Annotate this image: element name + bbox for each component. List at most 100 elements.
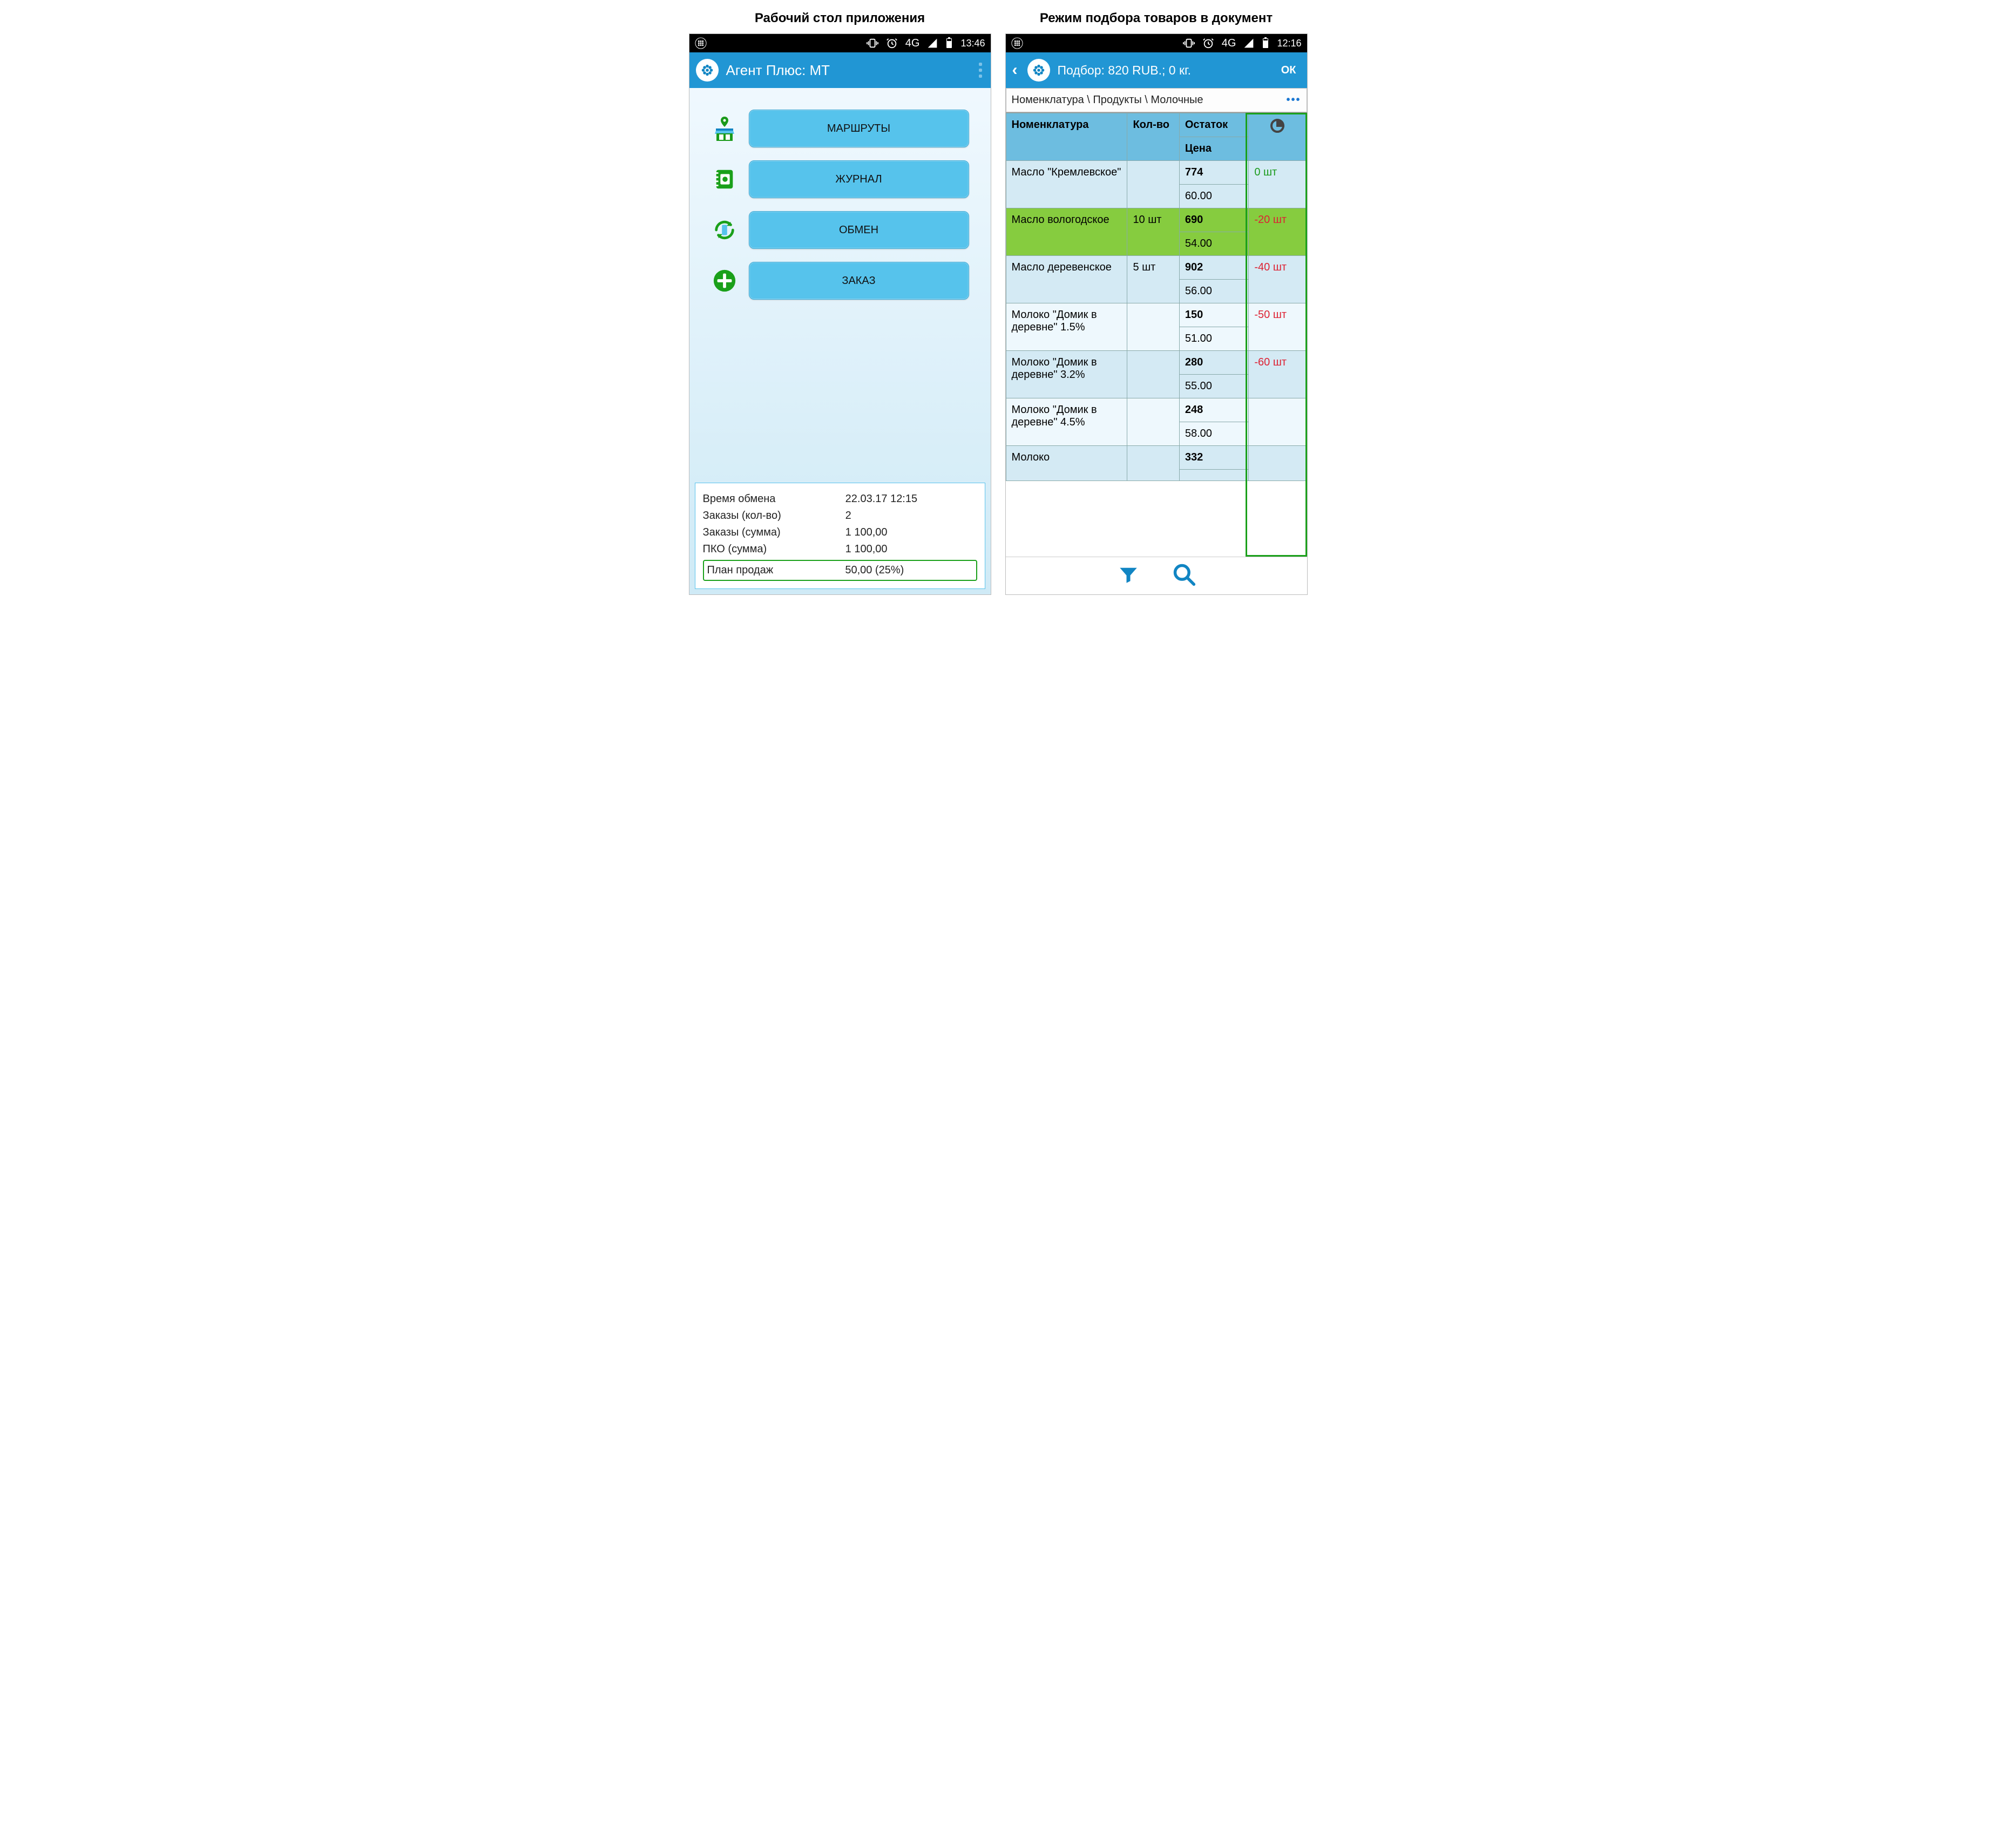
status-bar: 4G 13:46: [689, 34, 991, 52]
cell-price: 55.00: [1179, 375, 1249, 398]
clock-label: 13:46: [960, 38, 985, 49]
cell-stock: 690: [1179, 208, 1249, 232]
exchange-button[interactable]: ОБМЕН: [749, 211, 969, 249]
sync-icon: [711, 216, 738, 243]
col-indicator[interactable]: [1249, 113, 1307, 161]
table-row[interactable]: Масло вологодское10 шт690-20 шт: [1006, 208, 1307, 232]
cell-name: Масло вологодское: [1006, 208, 1127, 256]
plan-label: План продаж: [707, 564, 845, 577]
search-button[interactable]: [1172, 563, 1196, 589]
app-logo-icon: [696, 59, 719, 82]
cell-name: Масло деревенское: [1006, 256, 1127, 303]
selection-title: Подбор: 820 RUB.; 0 кг.: [1058, 63, 1192, 78]
col-qty[interactable]: Кол-во: [1127, 113, 1179, 161]
breadcrumb[interactable]: Номенклатура \ Продукты \ Молочные: [1012, 94, 1203, 106]
col-price[interactable]: Цена: [1179, 137, 1249, 161]
exchange-time-value: 22.03.17 12:15: [845, 493, 977, 505]
col-name[interactable]: Номенклатура: [1006, 113, 1127, 161]
network-label: 4G: [905, 37, 920, 50]
cell-indicator: -40 шт: [1249, 256, 1307, 303]
app-header: Агент Плюс: МТ: [689, 52, 991, 88]
journal-icon: [711, 166, 738, 193]
back-button[interactable]: ‹: [1012, 61, 1018, 79]
filter-button[interactable]: [1117, 563, 1140, 588]
order-button[interactable]: ЗАКАЗ: [749, 262, 969, 300]
cell-stock: 280: [1179, 351, 1249, 375]
cell-price: 58.00: [1179, 422, 1249, 446]
table-row[interactable]: Молоко332: [1006, 446, 1307, 470]
right-title: Режим подбора товаров в документ: [1005, 11, 1308, 26]
orders-count-value: 2: [845, 510, 977, 522]
app-dots-icon: [695, 37, 707, 49]
cell-qty[interactable]: 5 шт: [1127, 256, 1179, 303]
clock-label: 12:16: [1277, 38, 1301, 49]
plan-value: 50,00 (25%): [845, 564, 972, 577]
selection-header: ‹ Подбор: 820 RUB.; 0 кг. ОК: [1006, 52, 1307, 88]
alarm-icon: [886, 37, 898, 49]
cell-price: 54.00: [1179, 232, 1249, 256]
table-row[interactable]: Молоко "Домик в деревне" 1.5%150-50 шт: [1006, 303, 1307, 327]
app-dots-icon: [1011, 37, 1023, 49]
cell-stock: 902: [1179, 256, 1249, 280]
ok-button[interactable]: ОК: [1277, 62, 1301, 79]
vibrate-icon: [867, 37, 878, 49]
network-label: 4G: [1222, 37, 1236, 50]
cell-name: Масло "Кремлевское": [1006, 161, 1127, 208]
cell-price: [1179, 470, 1249, 481]
store-icon: [711, 115, 738, 142]
table-row[interactable]: Молоко "Домик в деревне" 3.2%280-60 шт: [1006, 351, 1307, 375]
cell-indicator: 0 шт: [1249, 161, 1307, 208]
cell-price: 60.00: [1179, 185, 1249, 208]
app-logo-icon: [1027, 59, 1050, 82]
bottom-toolbar: [1006, 557, 1307, 594]
cell-qty[interactable]: [1127, 446, 1179, 481]
cell-stock: 248: [1179, 398, 1249, 422]
exchange-time-label: Время обмена: [703, 493, 845, 505]
cell-name: Молоко: [1006, 446, 1127, 481]
cell-indicator: -60 шт: [1249, 351, 1307, 398]
cell-qty[interactable]: [1127, 398, 1179, 446]
app-title: Агент Плюс: МТ: [726, 62, 830, 79]
cell-indicator: [1249, 398, 1307, 446]
cell-name: Молоко "Домик в деревне" 4.5%: [1006, 398, 1127, 446]
cell-qty[interactable]: [1127, 161, 1179, 208]
col-stock[interactable]: Остаток: [1179, 113, 1249, 137]
cell-qty[interactable]: [1127, 303, 1179, 351]
cell-indicator: [1249, 446, 1307, 481]
pie-chart-icon: [1270, 119, 1284, 133]
vibrate-icon: [1183, 37, 1195, 49]
cell-name: Молоко "Домик в деревне" 1.5%: [1006, 303, 1127, 351]
cell-stock: 774: [1179, 161, 1249, 185]
product-table: Номенклатура Кол-во Остаток Цена Масло "…: [1006, 113, 1307, 481]
table-row[interactable]: Масло деревенское5 шт902-40 шт: [1006, 256, 1307, 280]
table-row[interactable]: Молоко "Домик в деревне" 4.5%248: [1006, 398, 1307, 422]
table-row[interactable]: Масло "Кремлевское"7740 шт: [1006, 161, 1307, 185]
plus-icon: [711, 267, 738, 294]
cell-qty[interactable]: 10 шт: [1127, 208, 1179, 256]
cell-stock: 332: [1179, 446, 1249, 470]
cell-price: 56.00: [1179, 280, 1249, 303]
pko-sum-value: 1 100,00: [845, 543, 977, 556]
phone-selection: 4G 12:16 ‹ Подбор: 820 RU: [1005, 33, 1308, 595]
cell-qty[interactable]: [1127, 351, 1179, 398]
phone-desktop: 4G 13:46 Агент Плюс: МТ: [689, 33, 991, 595]
overflow-menu-button[interactable]: [979, 63, 984, 78]
breadcrumb-more-button[interactable]: •••: [1286, 94, 1301, 106]
orders-count-label: Заказы (кол-во): [703, 510, 845, 522]
signal-icon: [927, 38, 938, 49]
routes-button[interactable]: МАРШРУТЫ: [749, 110, 969, 147]
status-bar: 4G 12:16: [1006, 34, 1307, 52]
stats-panel: Время обмена22.03.17 12:15 Заказы (кол-в…: [695, 483, 985, 589]
left-title: Рабочий стол приложения: [689, 11, 991, 26]
journal-button[interactable]: ЖУРНАЛ: [749, 160, 969, 198]
orders-sum-label: Заказы (сумма): [703, 526, 845, 539]
cell-indicator: -20 шт: [1249, 208, 1307, 256]
orders-sum-value: 1 100,00: [845, 526, 977, 539]
cell-stock: 150: [1179, 303, 1249, 327]
cell-price: 51.00: [1179, 327, 1249, 351]
pko-sum-label: ПКО (сумма): [703, 543, 845, 556]
cell-indicator: -50 шт: [1249, 303, 1307, 351]
cell-name: Молоко "Домик в деревне" 3.2%: [1006, 351, 1127, 398]
battery-icon: [945, 37, 953, 49]
signal-icon: [1243, 38, 1254, 49]
